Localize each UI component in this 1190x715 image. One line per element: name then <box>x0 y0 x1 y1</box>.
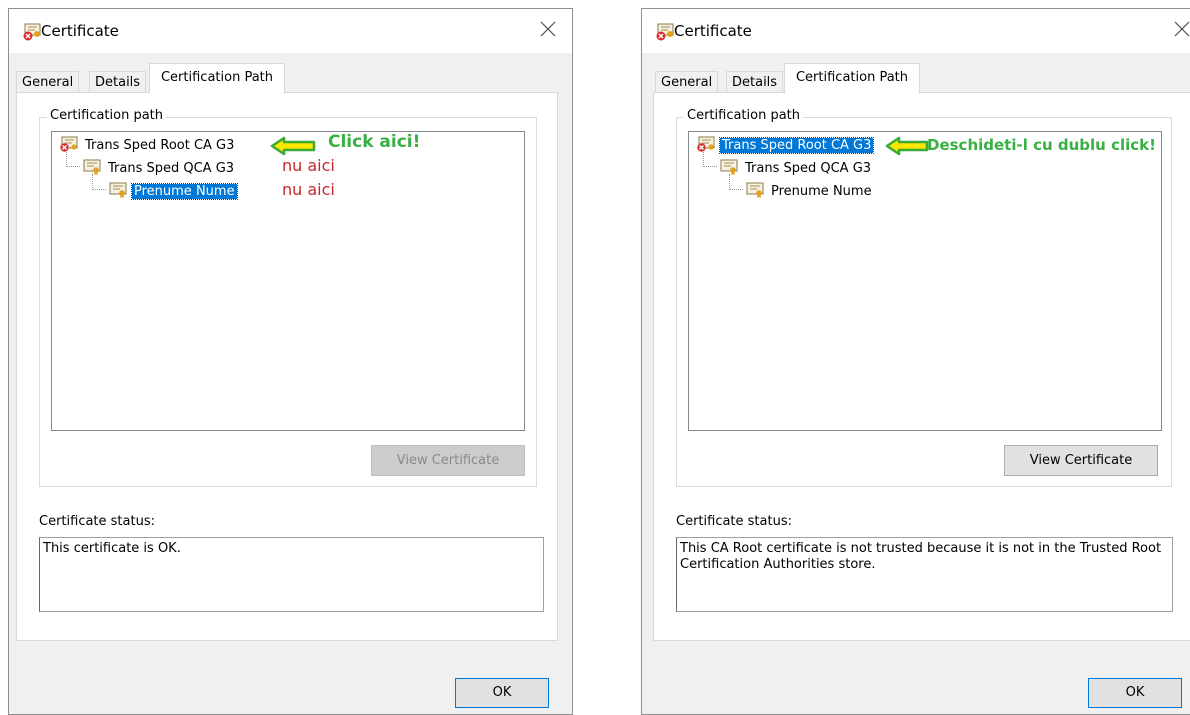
ok-button[interactable]: OK <box>455 678 549 708</box>
close-icon <box>540 21 556 37</box>
close-button[interactable] <box>538 21 558 41</box>
tree-node-label: Trans Sped Root CA G3 <box>718 137 875 154</box>
close-icon <box>1174 21 1190 37</box>
tree-node-label: Trans Sped QCA G3 <box>108 161 235 176</box>
tree-node-label: Prenume Nume <box>131 183 238 200</box>
certificate-dialog-right: Certificate General Details Certificatio… <box>641 8 1190 715</box>
tab-general[interactable]: General <box>16 71 80 93</box>
tree-node-root-ca[interactable]: Trans Sped Root CA G3 <box>696 136 875 154</box>
annotation-not-here: nu aici <box>282 156 335 175</box>
tab-details[interactable]: Details <box>89 71 147 93</box>
close-button[interactable] <box>1172 21 1190 41</box>
group-label: Certification path <box>684 108 804 123</box>
tab-strip: General Details Certification Path <box>9 53 572 94</box>
tree-node-end-entity[interactable]: Prenume Nume <box>108 182 238 200</box>
certificate-icon <box>720 159 738 175</box>
tab-certification-path[interactable]: Certification Path <box>149 63 285 94</box>
certificate-status-text: This certificate is OK. <box>39 537 544 612</box>
window-title: Certificate <box>674 22 752 40</box>
tab-certification-path[interactable]: Certification Path <box>784 63 920 94</box>
annotation-click-here: Click aici! <box>328 132 421 152</box>
tab-general[interactable]: General <box>655 71 719 93</box>
tree-node-root-ca[interactable]: Trans Sped Root CA G3 <box>59 136 236 154</box>
annotation-not-here: nu aici <box>282 180 335 199</box>
certificate-icon <box>83 159 101 175</box>
group-label: Certification path <box>47 108 167 123</box>
tree-node-end-entity[interactable]: Prenume Nume <box>745 182 874 200</box>
certificate-error-icon <box>60 136 78 152</box>
certificate-status-label: Certificate status: <box>676 514 792 529</box>
ok-button[interactable]: OK <box>1088 678 1182 708</box>
title-bar: Certificate <box>642 9 1190 53</box>
window-title: Certificate <box>41 22 119 40</box>
annotation-double-click: Deschideti-l cu dublu click! <box>927 136 1156 154</box>
tab-details[interactable]: Details <box>726 71 784 93</box>
green-arrow-icon <box>270 136 316 156</box>
title-bar: Certificate <box>9 9 572 53</box>
certificate-status-text: This CA Root certificate is not trusted … <box>676 537 1173 612</box>
tree-node-label: Trans Sped QCA G3 <box>745 161 872 176</box>
certificate-icon <box>746 182 764 198</box>
tree-node-label: Trans Sped Root CA G3 <box>85 138 235 153</box>
tab-panel: Certification path Trans Sped Root CA G3 <box>653 92 1190 641</box>
view-certificate-button[interactable]: View Certificate <box>371 445 525 476</box>
certification-tree[interactable]: Trans Sped Root CA G3 Trans Sped QCA G3 … <box>51 131 525 431</box>
certificate-icon <box>109 182 127 198</box>
tree-node-qca[interactable]: Trans Sped QCA G3 <box>719 159 873 177</box>
certification-tree[interactable]: Trans Sped Root CA G3 Trans Sped QCA G3 … <box>688 131 1162 431</box>
certificate-dialog-left: Certificate General Details Certificatio… <box>8 8 573 715</box>
tree-node-label: Prenume Nume <box>771 184 872 199</box>
certificate-status-label: Certificate status: <box>39 514 155 529</box>
view-certificate-button[interactable]: View Certificate <box>1004 445 1158 476</box>
certificate-error-icon <box>697 136 715 152</box>
tree-node-qca[interactable]: Trans Sped QCA G3 <box>82 159 236 177</box>
tab-panel: Certification path Trans Sped Root CA G3 <box>16 92 558 641</box>
tab-strip: General Details Certification Path <box>642 53 1190 94</box>
green-arrow-icon <box>885 136 929 156</box>
